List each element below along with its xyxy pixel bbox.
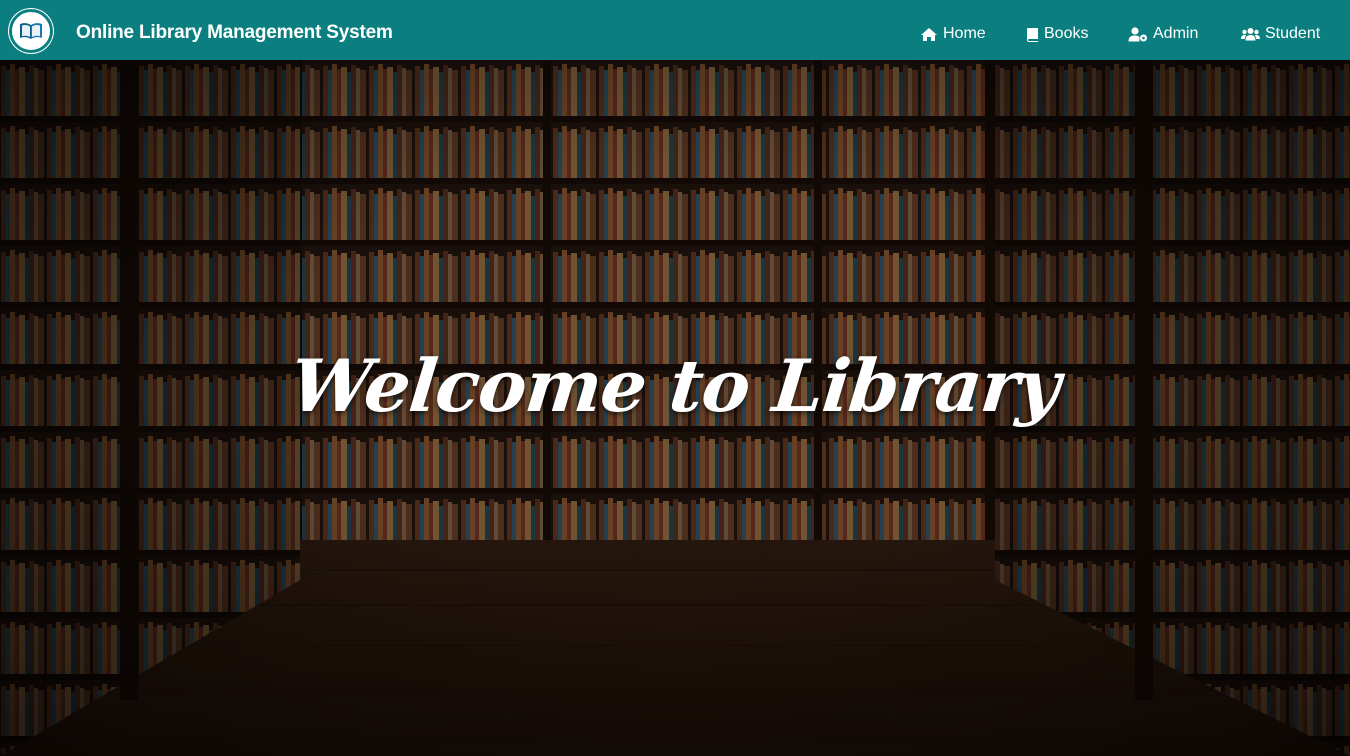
nav-books[interactable]: Books <box>1026 4 1088 64</box>
navbar: Online Library Management System Home Bo… <box>0 0 1350 60</box>
home-icon <box>920 27 938 42</box>
nav-home-label: Home <box>943 25 986 42</box>
book-icon <box>1026 27 1039 42</box>
nav-student[interactable]: Student <box>1241 4 1320 64</box>
nav-books-label: Books <box>1044 25 1089 42</box>
admin-user-icon <box>1128 26 1148 42</box>
nav-admin-label: Admin <box>1153 25 1199 42</box>
nav-home[interactable]: Home <box>920 4 986 64</box>
logo[interactable] <box>9 9 53 53</box>
hero-headline: Welcome to Library <box>286 343 1064 428</box>
hero-banner: Welcome to Library <box>0 60 1350 756</box>
page: Online Library Management System Home Bo… <box>0 0 1350 756</box>
nav-admin[interactable]: Admin <box>1128 4 1198 64</box>
open-book-icon <box>20 23 42 39</box>
brand-title[interactable]: Online Library Management System <box>76 0 393 68</box>
nav-student-label: Student <box>1265 25 1321 42</box>
users-icon <box>1241 27 1260 41</box>
